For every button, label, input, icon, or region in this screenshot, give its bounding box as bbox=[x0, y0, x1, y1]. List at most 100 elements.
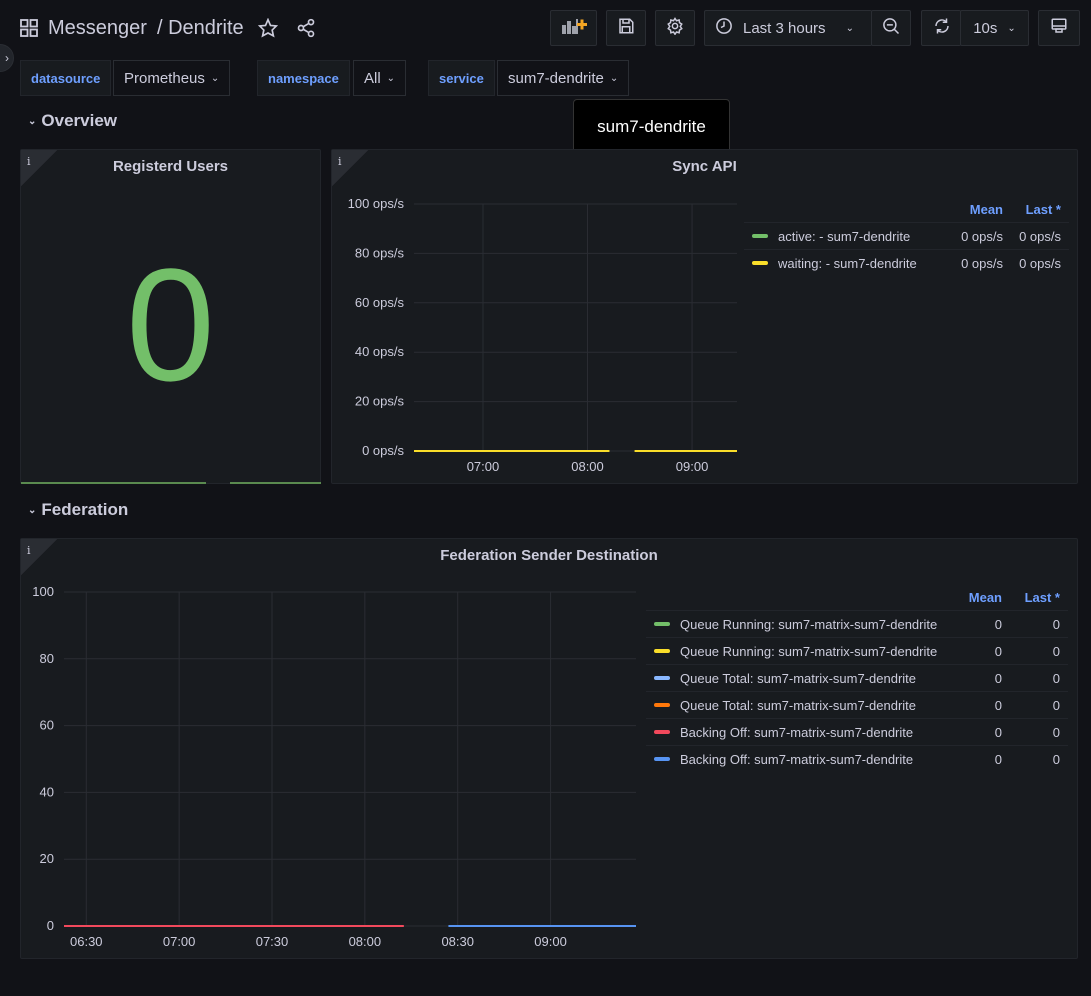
sidebar-toggle[interactable]: › bbox=[0, 44, 14, 72]
legend-series-name[interactable]: Backing Off: sum7-matrix-sum7-dendrite bbox=[680, 752, 942, 767]
legend-mean: 0 bbox=[994, 670, 1002, 686]
folder-link[interactable]: Messenger bbox=[48, 17, 147, 40]
legend-swatch[interactable] bbox=[752, 234, 768, 238]
legend-series-name[interactable]: waiting: - sum7-dendrite bbox=[778, 256, 943, 271]
variable-value: sum7-dendrite bbox=[508, 69, 604, 87]
federation-chart: 0 20 40 60 80 100 06:30 07:00 07:30 08:00 08:30 09:… bbox=[32, 584, 636, 949]
legend-item[interactable]: Backing Off: sum7-matrix-sum7-dendrite 0 0 bbox=[646, 718, 1068, 745]
row-title: Overview bbox=[41, 111, 117, 130]
legend-last: 0 bbox=[1052, 616, 1060, 632]
save-dashboard-button[interactable] bbox=[606, 10, 646, 46]
variable-select-datasource[interactable]: Prometheus ⌄ bbox=[113, 60, 231, 96]
variable-value: All bbox=[364, 69, 381, 87]
sync-api-chart: 0 ops/s 20 ops/s 40 ops/s 60 ops/s 80 ops/s 1… bbox=[348, 196, 737, 474]
legend-series-name[interactable]: Queue Total: sum7-matrix-sum7-dendrite bbox=[680, 698, 942, 713]
legend-mean: 0 ops/s bbox=[961, 255, 1003, 271]
legend-last: 0 bbox=[1052, 751, 1060, 767]
legend-last: 0 bbox=[1052, 724, 1060, 740]
legend-item[interactable]: Queue Total: sum7-matrix-sum7-dendrite 0 0 bbox=[646, 691, 1068, 718]
legend-last: 0 bbox=[1052, 697, 1060, 713]
variable-select-service[interactable]: sum7-dendrite ⌄ bbox=[497, 60, 630, 96]
chevron-down-icon: ⌄ bbox=[609, 72, 619, 84]
x-tick-label: 07:00 bbox=[163, 934, 196, 949]
legend-mean: 0 ops/s bbox=[961, 228, 1003, 244]
legend-series-name[interactable]: active: - sum7-dendrite bbox=[778, 229, 943, 244]
legend-mean: 0 bbox=[994, 616, 1002, 632]
share-icon[interactable] bbox=[296, 18, 316, 38]
stat-value: 0 bbox=[126, 235, 215, 414]
sync-api-legend: Mean Last * active: - sum7-dendrite 0 ops… bbox=[744, 196, 1069, 276]
legend-swatch[interactable] bbox=[654, 622, 670, 626]
monitor-icon bbox=[1050, 17, 1068, 39]
panel-title[interactable]: Federation Sender Destination bbox=[21, 547, 1077, 564]
legend-series-name[interactable]: Queue Running: sum7-matrix-sum7-dendrite bbox=[680, 617, 942, 632]
legend-swatch[interactable] bbox=[654, 703, 670, 707]
legend-item[interactable]: Queue Total: sum7-matrix-sum7-dendrite 0 0 bbox=[646, 664, 1068, 691]
legend-header-mean[interactable]: Mean bbox=[943, 202, 1003, 217]
legend-item[interactable]: Backing Off: sum7-matrix-sum7-dendrite 0 0 bbox=[646, 745, 1068, 772]
chevron-down-icon: ⌄ bbox=[1007, 22, 1016, 34]
refresh-icon bbox=[933, 17, 951, 39]
panel-sync-api: i Sync API 0 ops/s 20 ops/s 40 ops/s 60 ops… bbox=[331, 149, 1078, 484]
x-tick-label: 08:00 bbox=[349, 934, 382, 949]
variable-value: Prometheus bbox=[124, 69, 205, 87]
y-tick-label: 20 ops/s bbox=[355, 394, 405, 409]
y-tick-label: 100 bbox=[32, 584, 54, 599]
row-overview[interactable]: ⌄ Overview bbox=[28, 111, 117, 131]
dashboard-title: / Dendrite bbox=[157, 17, 244, 40]
y-tick-label: 20 bbox=[40, 851, 54, 866]
legend-series-name[interactable]: Backing Off: sum7-matrix-sum7-dendrite bbox=[680, 725, 942, 740]
y-tick-label: 100 ops/s bbox=[348, 196, 405, 211]
legend-mean: 0 bbox=[994, 724, 1002, 740]
add-panel-button[interactable] bbox=[550, 10, 597, 46]
legend-swatch[interactable] bbox=[654, 757, 670, 761]
variable-label-service: service bbox=[428, 60, 495, 96]
x-tick-label: 08:00 bbox=[571, 459, 604, 474]
row-title: Federation bbox=[41, 500, 129, 519]
time-range-picker[interactable]: Last 3 hours ⌄ bbox=[704, 10, 872, 46]
sparkline-segment bbox=[230, 482, 321, 484]
legend-mean: 0 bbox=[994, 643, 1002, 659]
variable-tooltip: sum7-dendrite bbox=[573, 99, 730, 155]
legend-item[interactable]: Queue Running: sum7-matrix-sum7-dendrite… bbox=[646, 637, 1068, 664]
chevron-down-icon: ⌄ bbox=[210, 72, 220, 84]
x-tick-label: 07:30 bbox=[256, 934, 289, 949]
y-tick-label: 40 ops/s bbox=[355, 344, 405, 359]
dashboard-name: Dendrite bbox=[168, 16, 244, 39]
legend-swatch[interactable] bbox=[654, 649, 670, 653]
legend-header-mean[interactable]: Mean bbox=[942, 590, 1002, 605]
legend-item[interactable]: waiting: - sum7-dendrite 0 ops/s 0 ops/s bbox=[744, 249, 1069, 276]
y-tick-label: 60 ops/s bbox=[355, 295, 405, 310]
sparkline-segment bbox=[21, 482, 206, 484]
variable-label-datasource: datasource bbox=[20, 60, 112, 96]
row-federation[interactable]: ⌄ Federation bbox=[28, 500, 128, 520]
legend-swatch[interactable] bbox=[752, 261, 768, 265]
zoom-out-button[interactable] bbox=[871, 10, 911, 46]
legend-item[interactable]: Queue Running: sum7-matrix-sum7-dendrite… bbox=[646, 610, 1068, 637]
legend-last: 0 ops/s bbox=[1019, 255, 1061, 271]
gear-icon bbox=[666, 17, 684, 39]
variable-select-namespace[interactable]: All ⌄ bbox=[353, 60, 407, 96]
legend-swatch[interactable] bbox=[654, 676, 670, 680]
zoom-out-icon bbox=[882, 17, 900, 39]
panel-title[interactable]: Registerd Users bbox=[21, 158, 320, 175]
y-tick-label: 0 ops/s bbox=[362, 443, 404, 458]
legend-item[interactable]: active: - sum7-dendrite 0 ops/s 0 ops/s bbox=[744, 222, 1069, 249]
tv-mode-button[interactable] bbox=[1038, 10, 1080, 46]
legend-header: Mean Last * bbox=[744, 196, 1069, 222]
legend-last: 0 bbox=[1052, 643, 1060, 659]
legend-header-last[interactable]: Last * bbox=[1003, 202, 1069, 217]
legend-header-last[interactable]: Last * bbox=[1002, 590, 1068, 605]
legend-header: Mean Last * bbox=[646, 584, 1068, 610]
panel-title[interactable]: Sync API bbox=[332, 158, 1077, 175]
y-tick-label: 80 ops/s bbox=[355, 245, 405, 260]
legend-series-name[interactable]: Queue Running: sum7-matrix-sum7-dendrite bbox=[680, 644, 942, 659]
legend-series-name[interactable]: Queue Total: sum7-matrix-sum7-dendrite bbox=[680, 671, 942, 686]
legend-mean: 0 bbox=[994, 751, 1002, 767]
settings-button[interactable] bbox=[655, 10, 695, 46]
legend-swatch[interactable] bbox=[654, 730, 670, 734]
panel-federation-sender: i Federation Sender Destination 0 20 40 60 8… bbox=[20, 538, 1078, 959]
star-icon[interactable] bbox=[257, 18, 278, 38]
refresh-interval-picker[interactable]: 10s ⌄ bbox=[960, 10, 1029, 46]
refresh-button[interactable] bbox=[921, 10, 961, 46]
